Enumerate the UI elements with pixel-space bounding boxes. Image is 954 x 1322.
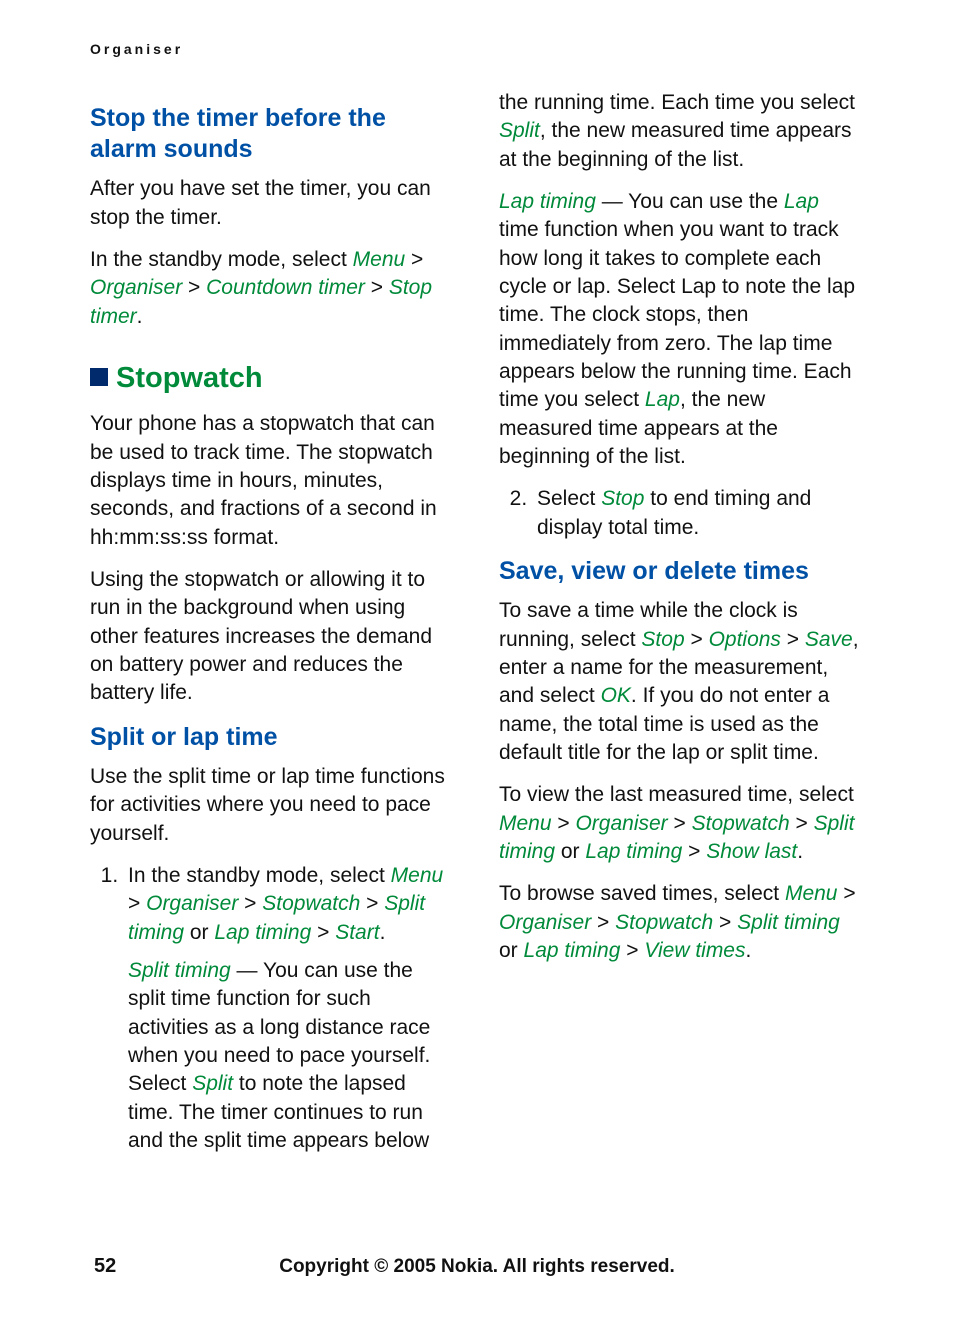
menu-path-stopwatch: Stopwatch (615, 911, 713, 934)
text: To view the last measured time, select (499, 783, 854, 806)
text: Select (537, 487, 601, 510)
menu-path-organiser: Organiser (575, 812, 667, 835)
running-header: Organiser (90, 40, 864, 59)
menu-stop: Stop (641, 628, 684, 651)
menu-split: Split (499, 119, 540, 142)
menu-path-lap-timing: Lap timing (524, 939, 621, 962)
menu-path-lap-timing: Lap timing (585, 840, 682, 863)
menu-split: Split (192, 1072, 233, 1095)
left-column: Stop the timer before the alarm sounds A… (90, 89, 455, 1170)
menu-view-times: View times (644, 939, 745, 962)
menu-path-organiser: Organiser (146, 892, 238, 915)
text: To browse saved times, select (499, 882, 785, 905)
menu-lap: Lap (784, 190, 819, 213)
text: the running time. Each time you select (499, 91, 855, 114)
split-timing-desc: Split timing — You can use the split tim… (128, 957, 455, 1155)
list-item-1: In the standby mode, select Menu > Organ… (124, 862, 455, 1155)
split-lap-steps-cont: Select Stop to end timing and display to… (499, 485, 864, 542)
menu-path-stopwatch: Stopwatch (262, 892, 360, 915)
p-browse-saved: To browse saved times, select Menu > Org… (499, 880, 864, 965)
square-bullet-icon (90, 368, 108, 386)
text: In the standby mode, select (90, 248, 353, 271)
menu-path-menu: Menu (391, 864, 444, 887)
p-save-time: To save a time while the clock is runnin… (499, 597, 864, 767)
text: , the new measured time appears at the b… (499, 119, 852, 170)
right-column: the running time. Each time you select S… (499, 89, 864, 1170)
footer-copyright: Copyright © 2005 Nokia. All rights reser… (0, 1254, 954, 1280)
menu-path-menu: Menu (785, 882, 838, 905)
menu-path-start: Start (335, 921, 379, 944)
heading-stopwatch: Stopwatch (90, 359, 455, 398)
menu-path-menu: Menu (353, 248, 406, 271)
menu-path-organiser: Organiser (90, 276, 182, 299)
label-split-timing: Split timing (128, 959, 231, 982)
p-after-set: After you have set the timer, you can st… (90, 175, 455, 232)
heading-stop-timer: Stop the timer before the alarm sounds (90, 103, 455, 166)
p-stopwatch-battery: Using the stopwatch or allowing it to ru… (90, 566, 455, 708)
menu-path-countdown: Countdown timer (206, 276, 365, 299)
text: — You can use the (596, 190, 784, 213)
menu-path-lap-timing: Lap timing (214, 921, 311, 944)
heading-stopwatch-text: Stopwatch (116, 362, 263, 394)
p-view-last: To view the last measured time, select M… (499, 781, 864, 866)
text: In the standby mode, select (128, 864, 391, 887)
label-lap-timing: Lap timing (499, 190, 596, 213)
menu-options: Options (709, 628, 781, 651)
menu-ok: OK (601, 684, 631, 707)
heading-split-lap: Split or lap time (90, 722, 455, 753)
menu-path-menu: Menu (499, 812, 552, 835)
split-lap-steps: In the standby mode, select Menu > Organ… (90, 862, 455, 1155)
menu-path-split-timing: Split timing (737, 911, 840, 934)
heading-save-view-delete: Save, view or delete times (499, 556, 864, 587)
two-column-layout: Stop the timer before the alarm sounds A… (90, 89, 864, 1170)
p-stopwatch-intro: Your phone has a stopwatch that can be u… (90, 410, 455, 552)
list-item-2: Select Stop to end timing and display to… (533, 485, 864, 542)
p-standby-nav: In the standby mode, select Menu > Organ… (90, 246, 455, 331)
menu-path-stopwatch: Stopwatch (692, 812, 790, 835)
menu-show-last: Show last (706, 840, 797, 863)
menu-path-organiser: Organiser (499, 911, 591, 934)
lap-timing-desc: Lap timing — You can use the Lap time fu… (499, 188, 864, 471)
text: time function when you want to track how… (499, 218, 855, 411)
menu-save: Save (805, 628, 853, 651)
p-running-cont: the running time. Each time you select S… (499, 89, 864, 174)
menu-stop: Stop (601, 487, 644, 510)
p-split-lap-intro: Use the split time or lap time functions… (90, 763, 455, 848)
menu-lap: Lap (645, 388, 680, 411)
